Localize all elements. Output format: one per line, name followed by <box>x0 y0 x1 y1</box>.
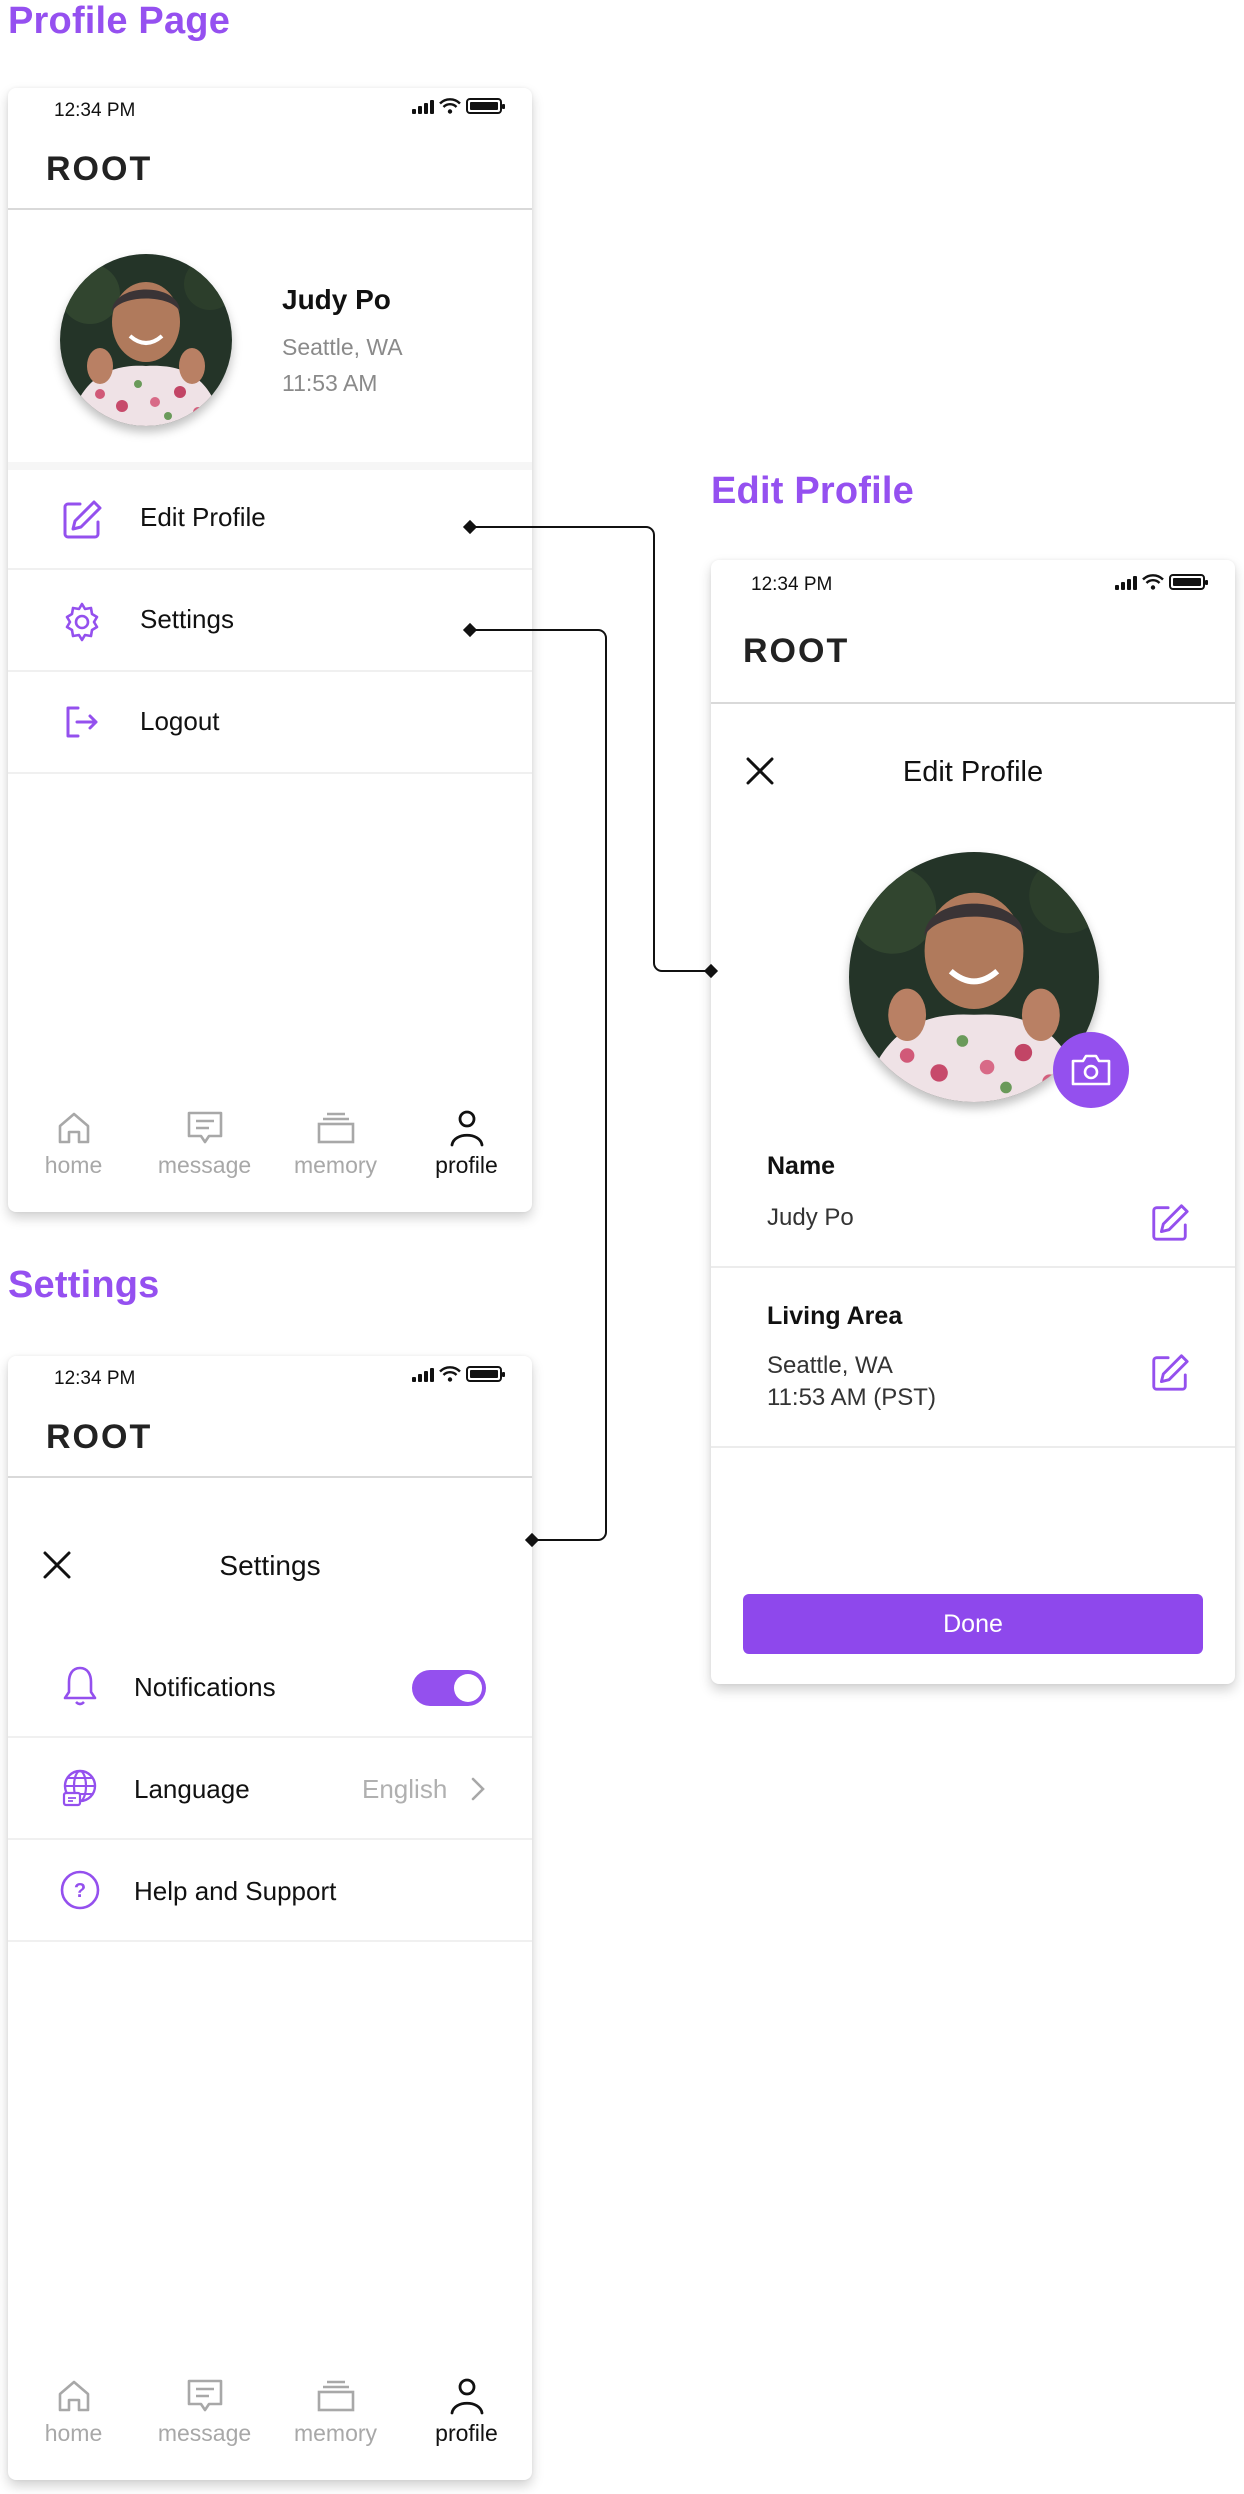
profile-icon <box>450 2378 483 2415</box>
divider <box>711 1266 1235 1268</box>
message-icon <box>187 1111 222 1144</box>
section-title-settings: Settings <box>8 1264 160 1306</box>
wifi-icon <box>1142 574 1164 590</box>
menu-item-label: Settings <box>140 604 234 634</box>
battery-icon <box>466 1366 505 1382</box>
profile-avatar <box>60 254 232 426</box>
home-icon <box>58 2380 89 2412</box>
toggle-knob <box>454 1674 482 1702</box>
help-label: Help and Support <box>134 1876 337 1906</box>
name-value: Judy Po <box>767 1204 854 1231</box>
wifi-icon <box>439 1366 461 1382</box>
living-area-time: 11:53 AM (PST) <box>767 1384 936 1411</box>
header-divider <box>8 208 532 210</box>
menu-item-label: Edit Profile <box>140 502 266 532</box>
app-title: ROOT <box>743 632 850 670</box>
bottom-nav: home message memory profile <box>8 2356 532 2466</box>
app-title: ROOT <box>46 150 153 188</box>
edit-profile-title: Edit Profile <box>902 756 1044 788</box>
nav-label: home <box>44 2420 103 2446</box>
nav-label: memory <box>293 2420 378 2446</box>
memory-icon <box>317 2380 354 2412</box>
header-divider <box>711 702 1235 704</box>
edit-living-area-icon[interactable] <box>1149 1352 1191 1394</box>
help-icon: ? <box>60 1870 100 1910</box>
name-label: Name <box>767 1152 836 1180</box>
profile-divider <box>8 462 532 470</box>
nav-tab-profile[interactable]: profile <box>401 2356 532 2466</box>
nav-tab-home[interactable]: home <box>8 2356 139 2466</box>
message-icon <box>187 2379 222 2412</box>
notifications-toggle[interactable] <box>412 1670 486 1706</box>
logout-icon <box>66 706 98 738</box>
header-divider <box>8 1476 532 1478</box>
nav-label: home <box>44 1152 103 1178</box>
nav-tab-memory[interactable]: memory <box>270 2356 401 2466</box>
nav-tab-memory[interactable]: memory <box>270 1088 401 1198</box>
section-title-profile-page: Profile Page <box>8 0 231 42</box>
settings-item-notifications: Notifications <box>8 1638 532 1738</box>
nav-tab-profile[interactable]: profile <box>401 1088 532 1198</box>
living-area-label: Living Area <box>767 1302 903 1330</box>
bottom-nav: home message memory profile <box>8 1088 532 1198</box>
globe-icon <box>62 1769 97 1807</box>
settings-item-help[interactable]: ? Help and Support <box>8 1842 532 1942</box>
chevron-right-icon <box>471 1777 485 1801</box>
edit-icon <box>63 500 102 539</box>
menu-item-label: Logout <box>140 706 220 736</box>
status-time: 12:34 PM <box>54 1368 136 1389</box>
settings-screen: 12:34 PM ROOT Settings Notifications Lan… <box>8 1356 532 2480</box>
language-label: Language <box>134 1774 250 1804</box>
profile-local-time: 11:53 AM <box>282 370 378 396</box>
living-area-city: Seattle, WA <box>767 1352 893 1379</box>
profile-icon <box>450 1110 483 1147</box>
profile-name: Judy Po <box>282 284 391 315</box>
section-title-edit-profile: Edit Profile <box>711 470 914 512</box>
signal-icon <box>412 1366 434 1382</box>
status-bar: 12:34 PM <box>711 560 1235 620</box>
menu-item-edit-profile[interactable]: Edit Profile <box>8 470 532 570</box>
app-title: ROOT <box>46 1418 153 1456</box>
signal-icon <box>1115 574 1137 590</box>
status-bar: 12:34 PM <box>8 88 532 148</box>
nav-label: message <box>157 1152 252 1178</box>
home-icon <box>58 1112 89 1144</box>
done-button[interactable]: Done <box>743 1594 1203 1654</box>
camera-icon <box>1071 1054 1111 1086</box>
profile-screen: 12:34 PM ROOT Judy Po Seattle, WA 11:53 … <box>8 88 532 1212</box>
nav-label: memory <box>293 1152 378 1178</box>
language-value: English <box>362 1774 448 1804</box>
status-bar: 12:34 PM <box>8 1356 532 1416</box>
battery-icon <box>1169 574 1208 590</box>
battery-icon <box>466 98 505 114</box>
status-time: 12:34 PM <box>54 100 136 121</box>
divider <box>711 1446 1235 1448</box>
menu-item-logout[interactable]: Logout <box>8 674 532 774</box>
nav-tab-message[interactable]: message <box>139 1088 270 1198</box>
edit-profile-screen: 12:34 PM ROOT Edit Profile Name Judy Po <box>711 560 1235 1684</box>
nav-tab-message[interactable]: message <box>139 2356 270 2466</box>
edit-name-icon[interactable] <box>1149 1202 1191 1244</box>
nav-label: profile <box>435 2420 498 2446</box>
avatar-photo <box>60 254 232 426</box>
nav-label: profile <box>435 1152 498 1178</box>
status-time: 12:34 PM <box>751 574 833 595</box>
settings-item-language[interactable]: Language English <box>8 1740 532 1840</box>
nav-label: message <box>157 2420 252 2446</box>
nav-tab-home[interactable]: home <box>8 1088 139 1198</box>
menu-item-settings[interactable]: Settings <box>8 572 532 672</box>
profile-location: Seattle, WA <box>282 334 403 360</box>
signal-icon <box>412 98 434 114</box>
svg-text:?: ? <box>74 1880 86 1902</box>
gear-icon <box>65 602 99 642</box>
notifications-label: Notifications <box>134 1672 276 1702</box>
settings-title: Settings <box>219 1550 321 1581</box>
change-photo-button[interactable] <box>1053 1032 1129 1108</box>
memory-icon <box>317 1112 354 1144</box>
bell-icon <box>63 1666 97 1706</box>
wifi-icon <box>439 98 461 114</box>
